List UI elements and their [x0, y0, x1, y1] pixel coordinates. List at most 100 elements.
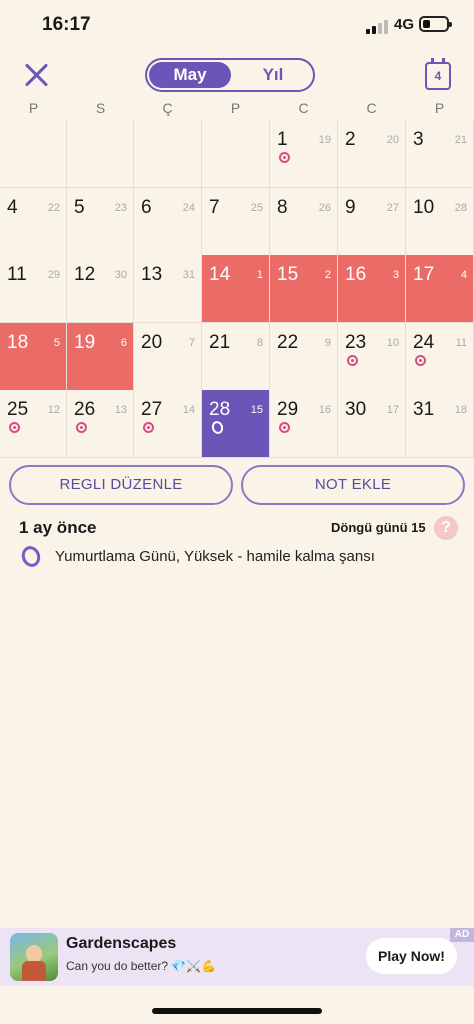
- ad-banner[interactable]: AD Gardenscapes Can you do better? 💎⚔️💪 …: [0, 928, 474, 986]
- calendar-day-cell[interactable]: 13 31: [134, 255, 202, 324]
- day-number: 4: [7, 196, 18, 218]
- calendar-day-cell[interactable]: 5 23: [67, 187, 134, 256]
- calendar-day-cell[interactable]: 3 21: [406, 120, 474, 188]
- cycle-day-number: 2: [324, 269, 331, 282]
- cycle-day-number: 23: [114, 201, 127, 214]
- cycle-day-number: 6: [120, 336, 127, 349]
- ad-app-icon: [10, 933, 58, 981]
- ovulation-description: Yumurtlama Günü, Yüksek - hamile kalma ş…: [55, 548, 375, 565]
- day-number: 27: [141, 399, 163, 421]
- calendar-day-cell[interactable]: 17 4: [406, 255, 474, 324]
- ovulation-icon: [18, 543, 44, 570]
- cycle-day-number: 27: [386, 201, 399, 214]
- calendar-icon-day: 4: [434, 69, 442, 83]
- status-bar: 16:17 4G: [0, 0, 474, 48]
- day-number: 14: [209, 264, 231, 286]
- cycle-day-number: 21: [454, 134, 467, 146]
- day-number: 23: [345, 331, 367, 353]
- calendar-empty-cell: [134, 120, 202, 188]
- weekday-label: P: [434, 100, 445, 116]
- fertile-day-icon: [143, 422, 154, 434]
- cycle-day-number: 25: [250, 201, 263, 214]
- day-number: 16: [345, 264, 367, 286]
- day-number: 5: [74, 196, 85, 218]
- view-toggle: May Yıl: [145, 58, 315, 92]
- ovulation-icon: [210, 419, 225, 436]
- fertile-day-icon: [347, 354, 358, 366]
- cycle-day-number: 1: [256, 269, 263, 282]
- day-number: 12: [74, 264, 96, 286]
- cycle-day-number: 5: [53, 336, 60, 349]
- day-number: 29: [277, 399, 299, 421]
- help-icon[interactable]: ?: [434, 516, 458, 540]
- cycle-day-number: 18: [454, 404, 467, 417]
- calendar-day-cell[interactable]: 15 2: [270, 255, 338, 324]
- calendar-day-cell[interactable]: 8 26: [270, 187, 338, 256]
- day-number: 13: [141, 264, 163, 286]
- calendar-day-cell[interactable]: 19 6: [67, 322, 134, 391]
- day-number: 11: [7, 264, 27, 286]
- calendar-day-cell[interactable]: 27 14: [134, 390, 202, 459]
- network-type: 4G: [394, 16, 415, 33]
- calendar-day-cell[interactable]: 29 16: [270, 390, 338, 459]
- day-number: 2: [345, 129, 356, 150]
- calendar-day-cell[interactable]: 26 13: [67, 390, 134, 459]
- ad-subtitle: Can you do better? 💎⚔️💪: [66, 959, 217, 973]
- cycle-day-number: 31: [182, 269, 195, 282]
- close-icon[interactable]: [22, 60, 52, 90]
- day-number: 20: [141, 331, 163, 353]
- cycle-day-number: 8: [256, 336, 263, 349]
- calendar-day-cell[interactable]: 12 30: [67, 255, 134, 324]
- fertile-day-icon: [279, 152, 290, 163]
- day-number: 19: [74, 331, 96, 353]
- cycle-day-number: 13: [114, 404, 127, 417]
- cycle-day-number: 12: [47, 404, 60, 417]
- cycle-day-number: 29: [47, 269, 60, 282]
- day-number: 10: [413, 196, 435, 218]
- cycle-day-number: 15: [250, 404, 263, 417]
- calendar-day-cell[interactable]: 22 9: [270, 322, 338, 391]
- calendar-day-cell[interactable]: 10 28: [406, 187, 474, 256]
- calendar-day-cell[interactable]: 18 5: [0, 322, 67, 391]
- tab-year[interactable]: Yıl: [233, 60, 313, 90]
- calendar-day-cell[interactable]: 24 11: [406, 322, 474, 391]
- add-note-button[interactable]: NOT EKLE: [241, 465, 465, 505]
- ad-title: Gardenscapes: [66, 935, 177, 952]
- day-number: 21: [209, 331, 231, 353]
- weekday-label: P: [230, 100, 241, 116]
- calendar-today-icon[interactable]: 4: [425, 58, 451, 90]
- calendar-day-cell[interactable]: 4 22: [0, 187, 67, 256]
- tab-month[interactable]: May: [149, 62, 231, 88]
- calendar-day-cell[interactable]: 16 3: [338, 255, 406, 324]
- day-number: 26: [74, 399, 96, 421]
- calendar-day-cell[interactable]: 28 15: [202, 390, 270, 459]
- signal-icon: [366, 20, 388, 34]
- cycle-day-number: 4: [460, 269, 467, 282]
- calendar-empty-cell: [0, 120, 67, 188]
- cycle-day-label: Döngü günü 15: [331, 520, 426, 535]
- calendar-day-cell[interactable]: 31 18: [406, 390, 474, 459]
- day-number: 8: [277, 196, 288, 218]
- calendar-day-cell[interactable]: 6 24: [134, 187, 202, 256]
- calendar-day-cell[interactable]: 11 29: [0, 255, 67, 324]
- calendar-day-cell[interactable]: 9 27: [338, 187, 406, 256]
- cycle-day-number: 10: [386, 336, 399, 349]
- cycle-day-number: 9: [324, 336, 331, 349]
- calendar-day-cell[interactable]: 25 12: [0, 390, 67, 459]
- edit-period-button[interactable]: REGLI DÜZENLE: [9, 465, 233, 505]
- cycle-day-number: 7: [188, 336, 195, 349]
- calendar-day-cell[interactable]: 20 7: [134, 322, 202, 391]
- day-number: 31: [413, 399, 435, 421]
- calendar-day-cell[interactable]: 14 1: [202, 255, 270, 324]
- calendar-day-cell[interactable]: 2 20: [338, 120, 406, 188]
- ad-play-now-button[interactable]: Play Now!: [366, 938, 457, 974]
- calendar-day-cell[interactable]: 1 19: [270, 120, 338, 188]
- calendar-day-cell[interactable]: 7 25: [202, 187, 270, 256]
- calendar-day-cell[interactable]: 23 10: [338, 322, 406, 391]
- day-number: 24: [413, 331, 435, 353]
- cycle-day-number: 22: [47, 201, 60, 214]
- fertile-day-icon: [415, 354, 426, 366]
- cycle-day-number: 24: [182, 201, 195, 214]
- calendar-day-cell[interactable]: 21 8: [202, 322, 270, 391]
- calendar-day-cell[interactable]: 30 17: [338, 390, 406, 459]
